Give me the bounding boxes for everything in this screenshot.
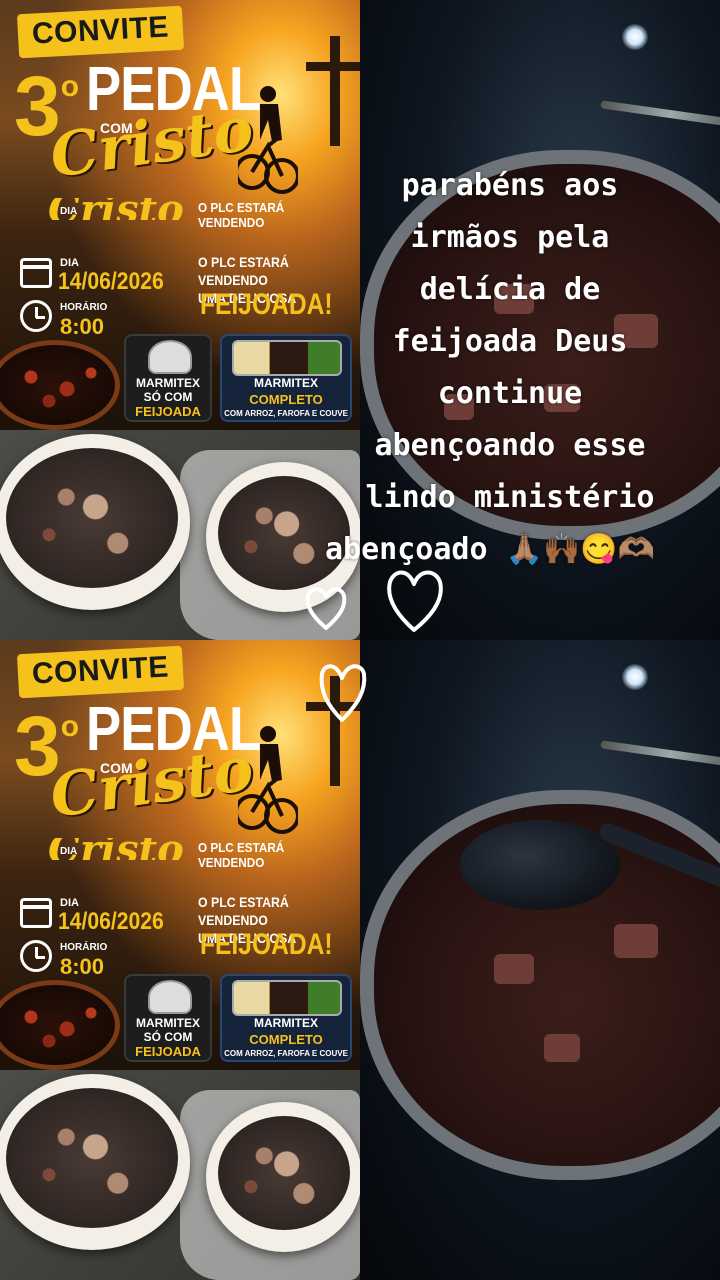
marmitex-line2: COM ARROZ, FAROFA E COUVE: [224, 1049, 348, 1058]
caption-line: abençoando esse: [374, 428, 646, 463]
event-date: 14/06/2026: [58, 268, 164, 295]
marmitex-title: MARMITEX: [136, 376, 200, 390]
marmitex-feijoada-card: MARMITEX SÓ COM FEIJOADA: [124, 334, 212, 422]
story-caption: parabéns aos irmãos pela delícia de feij…: [300, 160, 720, 576]
clock-icon: [20, 300, 52, 332]
meat-chunk: [544, 1034, 580, 1062]
bowls-photo-bottom: [0, 1070, 360, 1280]
clock-icon: [20, 940, 52, 972]
pot-photo-bottom: [360, 640, 720, 1280]
meat-chunk: [494, 954, 534, 984]
cristo-ghost: Cristo: [48, 198, 188, 220]
meat-chunk: [614, 924, 658, 958]
caption-line: feijoada Deus: [392, 324, 628, 359]
plc-line-a: O PLC ESTARÁ VENDENDO: [198, 894, 289, 928]
cristo-ghost: Cristo: [48, 838, 188, 860]
caption-line: lindo ministério: [365, 480, 655, 515]
caption-line: abençoado 🙏🏽🙌🏾😋🫶🏽: [324, 532, 656, 567]
kitchen-light: [622, 664, 648, 690]
heart-outline-icon: [305, 587, 347, 630]
edition-ordinal: o: [60, 70, 80, 103]
convite-badge: CONVITE: [16, 645, 184, 699]
marmitex-title: MARMITEX: [136, 1016, 200, 1030]
calendar-icon: [20, 258, 52, 288]
meal-tray-icon: [232, 980, 342, 1016]
event-time: 8:00: [60, 314, 105, 339]
marmitex-line2: FEIJOADA: [135, 404, 201, 419]
poster-tile-bottom: CONVITE 3o PEDAL COM Cristo DIA Cristo O…: [0, 640, 360, 1070]
marmitex-line1: SÓ COM: [143, 1030, 193, 1044]
pot-icon: [148, 340, 192, 374]
feijoada-soup: [6, 448, 178, 588]
marmitex-completo-card: MARMITEX COMPLETO COM ARROZ, FAROFA E CO…: [220, 974, 352, 1062]
caption-line: parabéns aos: [401, 168, 619, 203]
convite-badge: CONVITE: [16, 5, 184, 59]
caption-line: irmãos pela: [410, 220, 610, 255]
marmitex-line1: COMPLETO: [249, 1032, 323, 1047]
caption-line: delícia de: [419, 272, 601, 307]
horario-label: HORÁRIO: [60, 302, 108, 313]
kitchen-light: [622, 24, 648, 50]
event-date: 14/06/2026: [58, 908, 164, 935]
feijoada-soup: [6, 1088, 178, 1228]
caption-line: continue: [437, 376, 583, 411]
pot-icon: [148, 980, 192, 1014]
horario-label: HORÁRIO: [60, 942, 108, 953]
marmitex-line2: FEIJOADA: [135, 1044, 201, 1059]
calendar-icon: [20, 898, 52, 928]
feijoada-bowl: [206, 1102, 360, 1252]
cross-bar: [306, 62, 360, 71]
heart-outline-icon: [387, 570, 443, 632]
edition-ordinal: o: [60, 710, 80, 743]
cross-icon: [330, 36, 340, 146]
feijoada-bowl: [0, 434, 190, 610]
event-time: 8:00: [60, 954, 105, 979]
ladle: [460, 820, 620, 910]
marmitex-title: MARMITEX: [254, 1016, 318, 1030]
feijoada-bowl: [0, 1074, 190, 1250]
marmitex-line1: SÓ COM: [143, 390, 193, 404]
feijoada-headline: FEIJOADA!: [200, 928, 333, 961]
plc-line-faded: O PLC ESTARÁ VENDENDO: [198, 840, 285, 870]
feijoada-soup: [218, 1116, 350, 1230]
marmitex-feijoada-card: MARMITEX SÓ COM FEIJOADA: [124, 974, 212, 1062]
heart-outline-icon: [319, 664, 367, 722]
